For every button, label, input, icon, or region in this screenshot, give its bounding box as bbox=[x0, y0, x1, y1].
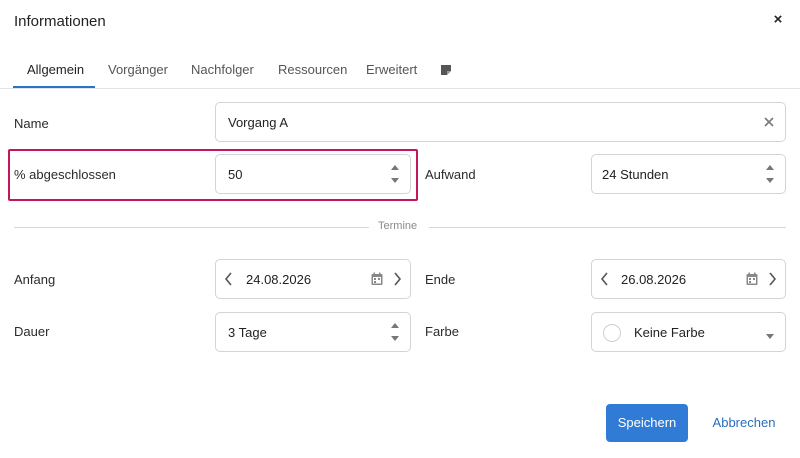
tab-erweitert[interactable]: Erweitert bbox=[366, 62, 417, 77]
duration-stepper[interactable]: 3 Tage bbox=[215, 312, 411, 352]
dropdown-arrow-icon[interactable] bbox=[765, 328, 775, 339]
tab-bar: Allgemein Vorgänger Nachfolger Ressource… bbox=[0, 52, 800, 89]
name-label: Name bbox=[14, 116, 49, 131]
effort-value: 24 Stunden bbox=[602, 167, 669, 182]
tab-allgemein[interactable]: Allgemein bbox=[27, 62, 84, 77]
spinner-icon[interactable] bbox=[389, 321, 401, 343]
percent-stepper[interactable]: 50 bbox=[215, 154, 411, 194]
save-button[interactable]: Speichern bbox=[606, 404, 688, 442]
end-date-field[interactable]: 26.08.2026 bbox=[591, 259, 786, 299]
clear-icon[interactable] bbox=[763, 113, 775, 131]
effort-stepper[interactable]: 24 Stunden bbox=[591, 154, 786, 194]
start-date-field[interactable]: 24.08.2026 bbox=[215, 259, 411, 299]
spinner-icon[interactable] bbox=[764, 163, 776, 185]
end-date-value: 26.08.2026 bbox=[621, 272, 687, 287]
duration-label: Dauer bbox=[14, 324, 50, 339]
tab-bar-divider bbox=[0, 88, 800, 89]
color-label: Farbe bbox=[425, 324, 459, 339]
duration-value: 3 Tage bbox=[228, 325, 267, 340]
color-value: Keine Farbe bbox=[634, 325, 705, 340]
percent-value: 50 bbox=[228, 167, 243, 182]
start-label: Anfang bbox=[14, 272, 56, 287]
effort-label: Aufwand bbox=[425, 167, 476, 182]
tab-ressourcen[interactable]: Ressourcen bbox=[278, 62, 347, 77]
calendar-icon[interactable] bbox=[371, 272, 383, 286]
color-select[interactable]: Keine Farbe bbox=[591, 312, 786, 352]
name-field[interactable]: Vorgang A bbox=[215, 102, 786, 142]
percent-label: % abgeschlossen bbox=[14, 167, 116, 182]
dialog-title: Informationen bbox=[14, 13, 106, 30]
color-swatch bbox=[603, 324, 621, 342]
section-title: Termine bbox=[378, 220, 418, 232]
tab-vorgaenger[interactable]: Vorgänger bbox=[108, 62, 168, 77]
section-divider-left bbox=[14, 227, 369, 228]
name-value: Vorgang A bbox=[228, 115, 288, 130]
note-icon[interactable] bbox=[440, 63, 452, 75]
calendar-icon[interactable] bbox=[746, 272, 758, 286]
start-date-value: 24.08.2026 bbox=[246, 272, 312, 287]
chevron-right-icon[interactable] bbox=[767, 271, 777, 287]
cancel-button[interactable]: Abbrechen bbox=[706, 404, 782, 442]
end-label: Ende bbox=[425, 272, 456, 287]
section-divider-right bbox=[429, 227, 786, 228]
chevron-left-icon[interactable] bbox=[600, 271, 610, 287]
spinner-icon[interactable] bbox=[389, 163, 401, 185]
tab-nachfolger[interactable]: Nachfolger bbox=[191, 62, 254, 77]
chevron-right-icon[interactable] bbox=[392, 271, 402, 287]
chevron-left-icon[interactable] bbox=[224, 271, 234, 287]
close-icon[interactable]: × bbox=[770, 10, 786, 30]
